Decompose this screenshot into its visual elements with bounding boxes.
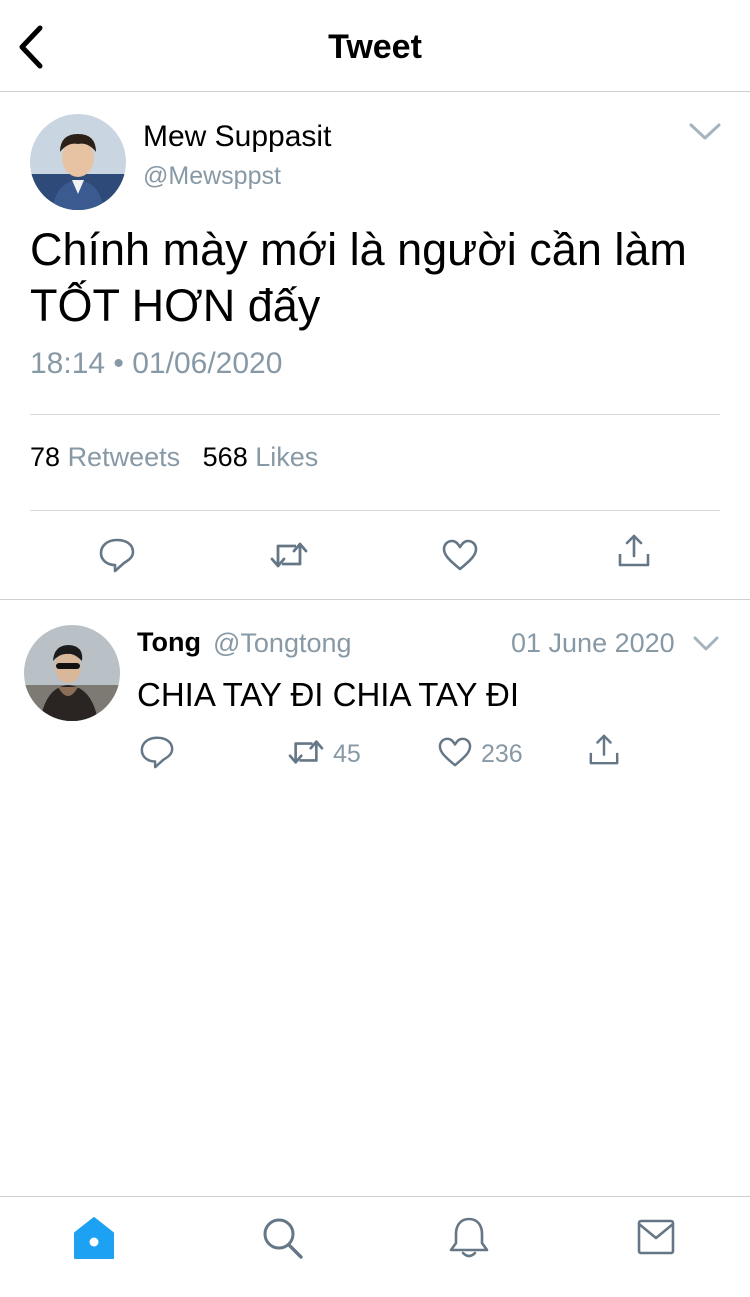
likes-label: Likes [255, 442, 319, 472]
likes-count: 568 [202, 442, 248, 472]
top-nav-bar: Tweet [0, 0, 750, 92]
chevron-down-icon[interactable] [688, 120, 722, 144]
reply-text: CHIA TAY ĐI CHIA TAY ĐI [137, 676, 520, 713]
reply-author-handle[interactable]: @Tongtong [213, 628, 352, 659]
tweet-text: Chính mày mới là người cần làm TỐT HƠN đ… [30, 224, 687, 331]
like-button[interactable]: 236 [437, 736, 523, 773]
heart-icon [437, 736, 473, 773]
avatar[interactable] [30, 114, 126, 210]
divider [30, 414, 720, 415]
reply-date: 01 June 2020 [511, 628, 675, 658]
retweet-icon[interactable] [269, 538, 309, 577]
page-title: Tweet [328, 28, 422, 66]
bell-icon[interactable] [447, 1215, 491, 1266]
divider [30, 510, 720, 511]
search-icon[interactable] [260, 1215, 304, 1266]
retweet-button[interactable]: 45 [287, 736, 361, 773]
retweets-count: 78 [30, 442, 61, 472]
retweet-icon [287, 736, 325, 773]
share-icon[interactable] [617, 532, 651, 575]
tweet-timestamp: 18:14 • 01/06/2020 [30, 347, 283, 380]
reply-tweet[interactable]: Tong @Tongtong 01 June 2020 CHIA TAY ĐI … [0, 600, 750, 800]
tweet-stats: 78 Retweets 568 Likes [30, 442, 318, 473]
reply-author-name[interactable]: Tong [137, 627, 201, 658]
likes-stat[interactable]: 568 Likes [203, 442, 319, 472]
chevron-down-icon[interactable] [692, 634, 720, 654]
retweets-stat[interactable]: 78 Retweets [30, 442, 188, 472]
author-handle[interactable]: @Mewsppst [143, 162, 281, 191]
reply-icon[interactable] [98, 536, 136, 579]
retweet-count: 45 [333, 740, 361, 768]
share-icon[interactable] [588, 732, 620, 768]
mail-icon[interactable] [636, 1215, 676, 1266]
avatar[interactable] [24, 625, 120, 721]
main-tweet: Mew Suppasit @Mewsppst Chính mày mới là … [0, 92, 750, 600]
home-icon[interactable] [72, 1215, 116, 1266]
reply-icon[interactable] [139, 734, 175, 770]
heart-icon[interactable] [441, 538, 479, 577]
like-count: 236 [481, 740, 523, 768]
retweets-label: Retweets [67, 442, 181, 472]
author-name[interactable]: Mew Suppasit [143, 120, 331, 154]
bottom-tab-bar [0, 1196, 750, 1297]
